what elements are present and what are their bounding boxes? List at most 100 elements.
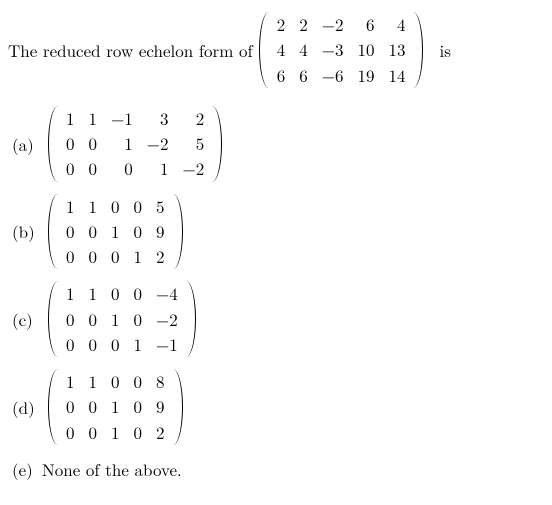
matrix-cell: 1 (59, 106, 82, 131)
matrix-cell: 0 (59, 420, 82, 445)
matrix-cell: −1 (104, 106, 140, 131)
matrix-cell: 0 (59, 131, 82, 156)
matrix-cell: 0 (82, 394, 105, 419)
matrix-cell: 0 (59, 394, 82, 419)
matrix-cell: 0 (104, 156, 140, 181)
matrix-cell: 1 (104, 307, 127, 332)
option-matrix: 1 1 0 0 5 0 0 1 0 9 0 0 0 1 (48, 194, 183, 270)
matrix-cell: 0 (127, 369, 150, 394)
matrix-cell: 1 (104, 131, 140, 156)
matrix-cell: 1 (59, 281, 82, 306)
matrix-body: 1 1 −1 3 2 0 0 1 −2 5 0 0 0 1 (59, 106, 211, 182)
matrix-cell: 1 (127, 332, 150, 357)
matrix-cell: 6 (270, 63, 293, 88)
matrix-cell: −1 (149, 332, 185, 357)
matrix-body: 1 1 0 0 5 0 0 1 0 9 0 0 0 1 (59, 194, 172, 270)
matrix-cell: −2 (175, 156, 211, 181)
matrix-cell: 1 (82, 194, 105, 219)
matrix-cell: 9 (149, 219, 172, 244)
matrix-cell: 5 (175, 131, 211, 156)
paren-left-icon (48, 194, 59, 270)
matrix-body: 1 1 0 0 −4 0 0 1 0 −2 0 0 0 1 (59, 281, 185, 357)
matrix-cell: 0 (104, 244, 127, 269)
matrix-cell: 0 (59, 156, 82, 181)
matrix-cell: 1 (104, 420, 127, 445)
paren-right-icon (172, 369, 183, 445)
matrix-cell: 1 (82, 281, 105, 306)
option-label: (a) (12, 132, 42, 156)
matrix-cell: 2 (149, 244, 172, 269)
matrix-cell: 1 (59, 369, 82, 394)
option-label: (d) (12, 395, 42, 419)
matrix-cell: 1 (104, 394, 127, 419)
matrix-body: 2 2 −2 6 4 4 4 −3 10 13 6 6 −6 19 14 (270, 12, 413, 88)
question-prefix: The reduced row echelon form of (8, 38, 253, 62)
matrix-cell: 2 (149, 420, 172, 445)
option-e: (e) None of the above. (12, 457, 544, 481)
matrix-cell: 2 (270, 12, 293, 37)
matrix-cell: 0 (127, 394, 150, 419)
option-matrix: 1 1 0 0 8 0 0 1 0 9 0 0 1 0 (48, 369, 183, 445)
matrix-cell: 3 (140, 106, 176, 131)
matrix-cell: 2 (175, 106, 211, 131)
matrix-cell: 1 (104, 219, 127, 244)
matrix-cell: 0 (59, 244, 82, 269)
matrix-cell: 4 (292, 37, 315, 62)
matrix-cell: 0 (127, 219, 150, 244)
option-c: (c) 1 1 0 0 −4 0 0 1 0 −2 (12, 281, 544, 357)
matrix-cell: 0 (82, 244, 105, 269)
matrix-cell: 2 (292, 12, 315, 37)
paren-left-icon (48, 369, 59, 445)
option-b: (b) 1 1 0 0 5 0 0 1 0 9 0 (12, 194, 544, 270)
matrix-cell: 8 (149, 369, 172, 394)
option-label: (c) (12, 307, 42, 331)
paren-left-icon (48, 106, 59, 182)
option-d: (d) 1 1 0 0 8 0 0 1 0 9 0 (12, 369, 544, 445)
matrix-cell: 5 (149, 194, 172, 219)
matrix-cell: 1 (59, 194, 82, 219)
matrix-cell: 6 (292, 63, 315, 88)
matrix-cell: 0 (59, 332, 82, 357)
matrix-cell: 0 (82, 332, 105, 357)
matrix-cell: 0 (82, 156, 105, 181)
paren-right-icon (211, 106, 222, 182)
paren-left-icon (48, 281, 59, 357)
matrix-cell: −2 (315, 12, 351, 37)
question-trailing: is (439, 38, 450, 62)
matrix-cell: −2 (149, 307, 185, 332)
matrix-cell: 0 (82, 420, 105, 445)
matrix-cell: 1 (127, 244, 150, 269)
matrix-cell: 0 (59, 307, 82, 332)
matrix-cell: 10 (350, 37, 381, 62)
matrix-cell: 19 (350, 63, 381, 88)
option-label: (b) (12, 219, 42, 243)
matrix-cell: 1 (82, 369, 105, 394)
matrix-cell: 0 (127, 281, 150, 306)
matrix-cell: 0 (82, 219, 105, 244)
option-a: (a) 1 1 −1 3 2 0 0 1 −2 5 (12, 106, 544, 182)
matrix-cell: 4 (270, 37, 293, 62)
matrix-cell: 14 (381, 63, 412, 88)
option-text: None of the above. (42, 457, 182, 481)
paren-left-icon (259, 12, 270, 88)
paren-right-icon (172, 194, 183, 270)
paren-right-icon (412, 12, 423, 88)
matrix-cell: 0 (104, 281, 127, 306)
question-line: The reduced row echelon form of 2 2 −2 6… (8, 12, 544, 88)
matrix-cell: 0 (127, 307, 150, 332)
matrix-cell: −6 (315, 63, 351, 88)
matrix-cell: 0 (104, 332, 127, 357)
matrix-cell: 13 (381, 37, 412, 62)
matrix-cell: 0 (104, 369, 127, 394)
matrix-cell: 1 (140, 156, 176, 181)
option-label: (e) (12, 457, 42, 481)
matrix-cell: −3 (315, 37, 351, 62)
matrix-cell: 0 (127, 420, 150, 445)
option-matrix: 1 1 −1 3 2 0 0 1 −2 5 0 0 0 1 (48, 106, 222, 182)
matrix-cell: −2 (140, 131, 176, 156)
matrix-cell: 4 (381, 12, 412, 37)
paren-right-icon (185, 281, 196, 357)
matrix-cell: 0 (104, 194, 127, 219)
question-matrix: 2 2 −2 6 4 4 4 −3 10 13 6 6 −6 19 14 (259, 12, 424, 88)
matrix-cell: 1 (82, 106, 105, 131)
